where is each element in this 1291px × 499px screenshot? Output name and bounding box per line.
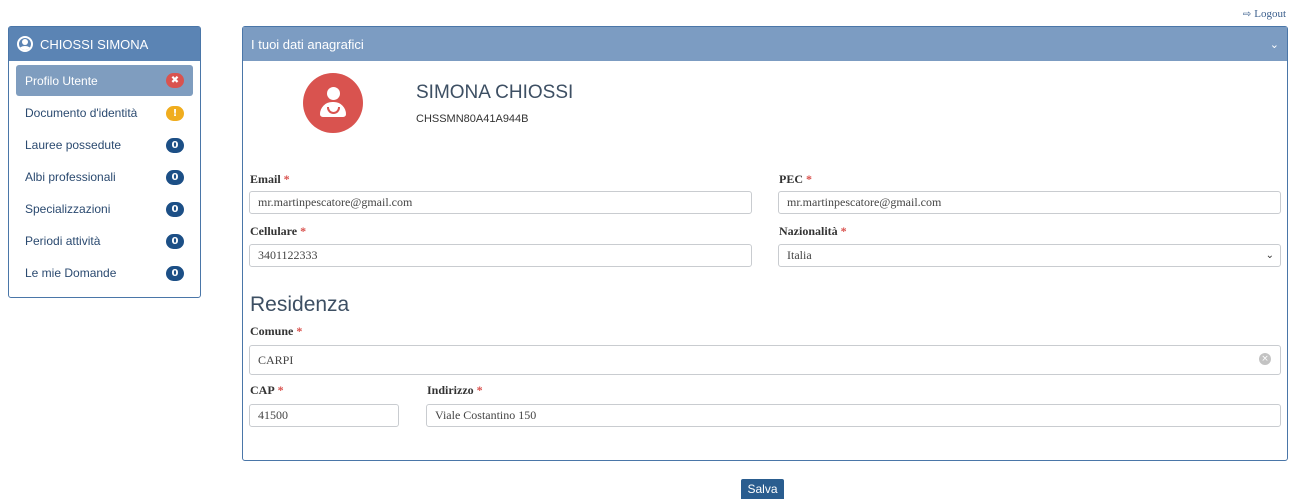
- comune-select[interactable]: CARPI ×: [249, 345, 1281, 375]
- count-badge: 0: [166, 233, 184, 249]
- cellulare-field[interactable]: 3401122333: [249, 244, 752, 267]
- sidebar-item-periodi-attivita[interactable]: Periodi attività 0: [16, 225, 193, 257]
- pec-field[interactable]: mr.martinpescatore@gmail.com: [778, 191, 1281, 214]
- sidebar-item-label: Le mie Domande: [25, 266, 117, 280]
- cap-label: CAP *: [250, 383, 284, 397]
- nazionalita-select[interactable]: Italia ⌄: [778, 244, 1281, 267]
- sidebar-item-label: Periodi attività: [25, 234, 101, 248]
- email-label: Email *: [250, 172, 290, 186]
- sidebar-item-profilo-utente[interactable]: Profilo Utente ✖: [16, 65, 193, 96]
- logout-link[interactable]: ⇨ Logout: [1243, 8, 1286, 20]
- cap-field[interactable]: 41500: [249, 404, 399, 427]
- residenza-title: Residenza: [250, 293, 350, 316]
- indirizzo-field[interactable]: Viale Costantino 150: [426, 404, 1281, 427]
- nazionalita-label: Nazionalità *: [779, 224, 847, 238]
- anagrafica-panel: I tuoi dati anagrafici ⌄ SIMONA CHIOSSI …: [242, 26, 1288, 461]
- clear-icon[interactable]: ×: [1259, 353, 1271, 365]
- sidebar-item-specializzazioni[interactable]: Specializzazioni 0: [16, 193, 193, 225]
- panel-header[interactable]: I tuoi dati anagrafici ⌄: [243, 27, 1287, 61]
- sidebar-item-label: Documento d'identità: [25, 106, 138, 120]
- sidebar-user-name: CHIOSSI SIMONA: [40, 36, 149, 52]
- doctor-avatar-icon: [303, 73, 363, 133]
- codice-fiscale: CHSSMN80A41A944B: [416, 112, 529, 125]
- sidebar-header: CHIOSSI SIMONA: [9, 27, 200, 61]
- sidebar-item-label: Albi professionali: [25, 170, 116, 184]
- profile-summary: SIMONA CHIOSSI CHSSMN80A41A944B: [303, 73, 573, 133]
- count-badge: 0: [166, 169, 184, 185]
- email-field[interactable]: mr.martinpescatore@gmail.com: [249, 191, 752, 214]
- count-badge: 0: [166, 137, 184, 153]
- sidebar-item-label: Lauree possedute: [25, 138, 122, 152]
- sidebar-item-label: Profilo Utente: [25, 73, 98, 88]
- sign-out-icon: ⇨: [1242, 8, 1252, 20]
- count-badge: 0: [166, 265, 184, 281]
- user-circle-icon: [17, 36, 33, 52]
- sidebar-item-documento-identita[interactable]: Documento d'identità !: [16, 97, 193, 129]
- indirizzo-label: Indirizzo *: [427, 383, 483, 397]
- status-badge: ✖: [166, 73, 184, 88]
- status-badge: !: [166, 105, 184, 121]
- sidebar: CHIOSSI SIMONA Profilo Utente ✖ Document…: [8, 26, 201, 298]
- count-badge: 0: [166, 201, 184, 217]
- logout-label: Logout: [1254, 8, 1286, 20]
- sidebar-item-label: Specializzazioni: [25, 202, 111, 216]
- panel-title: I tuoi dati anagrafici: [251, 36, 364, 52]
- chevron-down-icon: ⌄: [1265, 250, 1274, 261]
- profile-name: SIMONA CHIOSSI: [416, 81, 574, 103]
- sidebar-item-lauree-possedute[interactable]: Lauree possedute 0: [16, 129, 193, 161]
- pec-label: PEC *: [779, 172, 812, 186]
- chevron-down-icon[interactable]: ⌄: [1270, 38, 1279, 51]
- comune-label: Comune *: [250, 324, 303, 338]
- cellulare-label: Cellulare *: [250, 224, 307, 238]
- sidebar-item-le-mie-domande[interactable]: Le mie Domande 0: [16, 257, 193, 289]
- sidebar-item-albi-professionali[interactable]: Albi professionali 0: [16, 161, 193, 193]
- save-button[interactable]: Salva: [741, 479, 784, 499]
